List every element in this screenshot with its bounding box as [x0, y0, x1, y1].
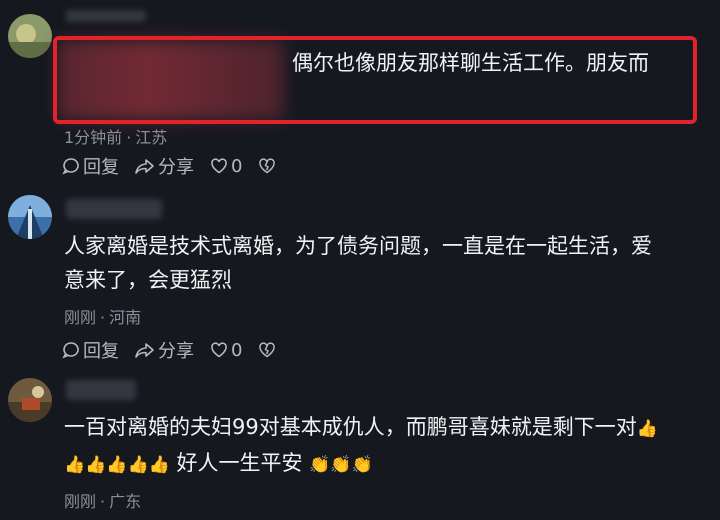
heart-icon — [211, 342, 227, 358]
avatar[interactable] — [8, 378, 52, 422]
avatar-image — [8, 195, 52, 239]
reply-bubble-icon — [62, 342, 79, 359]
dislike-button[interactable] — [258, 341, 279, 359]
share-arrow-icon — [135, 159, 154, 174]
comment-actions: 回复 分享 0 — [62, 153, 279, 179]
comment-2: 人家离婚是技术式离婚，为了债务问题，一直是在一起生活，爱 意来了，会更猛烈 刚刚… — [0, 185, 720, 370]
avatar-image — [8, 378, 52, 422]
location: 江苏 — [135, 128, 168, 147]
comment-text: 好人一生平安 — [176, 451, 303, 475]
thumbs-up-emoji: 👍 — [636, 419, 658, 439]
heart-icon — [211, 158, 227, 174]
clap-emoji-group: 👏👏👏 — [309, 455, 373, 475]
comment-meta: 刚刚 · 广东 — [64, 492, 142, 511]
share-button[interactable]: 分享 — [135, 337, 194, 363]
comment-text-line-2: 👍👍👍👍👍 好人一生平安 👏👏👏 — [64, 446, 373, 482]
timestamp: 刚刚 — [64, 492, 97, 511]
comment-text-line-2: 意来了，会更猛烈 — [64, 268, 232, 292]
comment-actions: 回复 分享 0 — [62, 337, 279, 363]
reply-bubble-icon — [62, 158, 79, 175]
comment-3: 一百对离婚的夫妇99对基本成仇人，而鹏哥喜妹就是剩下一对👍 👍👍👍👍👍 好人一生… — [0, 370, 720, 520]
username-blurred — [66, 199, 162, 219]
avatar[interactable] — [8, 195, 52, 239]
timestamp: 刚刚 — [64, 308, 97, 327]
comment-1: 偶尔也像朋友那样聊生活工作。朋友而 1分钟前 · 江苏 回复 分享 0 — [0, 0, 720, 185]
reply-button[interactable]: 回复 — [62, 337, 119, 363]
timestamp: 1分钟前 — [64, 128, 123, 147]
comment-text: 一百对离婚的夫妇99对基本成仇人，而鹏哥喜妹就是剩下一对 — [64, 415, 637, 439]
dislike-button[interactable] — [258, 157, 279, 175]
location: 河南 — [109, 308, 142, 327]
like-button[interactable]: 0 — [210, 340, 242, 361]
like-count: 0 — [231, 155, 243, 177]
thumbs-up-emoji-group: 👍👍👍👍👍 — [64, 455, 170, 475]
avatar[interactable] — [8, 14, 52, 58]
reply-label: 回复 — [83, 157, 119, 178]
reply-label: 回复 — [83, 341, 119, 362]
like-button[interactable]: 0 — [210, 156, 242, 177]
like-count: 0 — [231, 339, 243, 361]
username-blurred — [66, 380, 136, 400]
location: 广东 — [109, 492, 142, 511]
share-button[interactable]: 分享 — [135, 153, 194, 179]
comment-text-line-1: 一百对离婚的夫妇99对基本成仇人，而鹏哥喜妹就是剩下一对👍 — [64, 410, 658, 446]
broken-heart-icon — [259, 342, 276, 358]
username-blurred — [66, 10, 146, 22]
comment-text-line-1: 人家离婚是技术式离婚，为了债务问题，一直是在一起生活，爱 — [64, 234, 652, 258]
avatar-image — [8, 14, 52, 58]
share-arrow-icon — [135, 343, 154, 358]
comment-meta: 1分钟前 · 江苏 — [64, 128, 168, 147]
share-label: 分享 — [158, 341, 194, 362]
broken-heart-icon — [259, 158, 276, 174]
comment-text: 偶尔也像朋友那样聊生活工作。朋友而 — [292, 51, 649, 75]
comment-meta: 刚刚 · 河南 — [64, 308, 142, 327]
reply-button[interactable]: 回复 — [62, 153, 119, 179]
share-label: 分享 — [158, 157, 194, 178]
